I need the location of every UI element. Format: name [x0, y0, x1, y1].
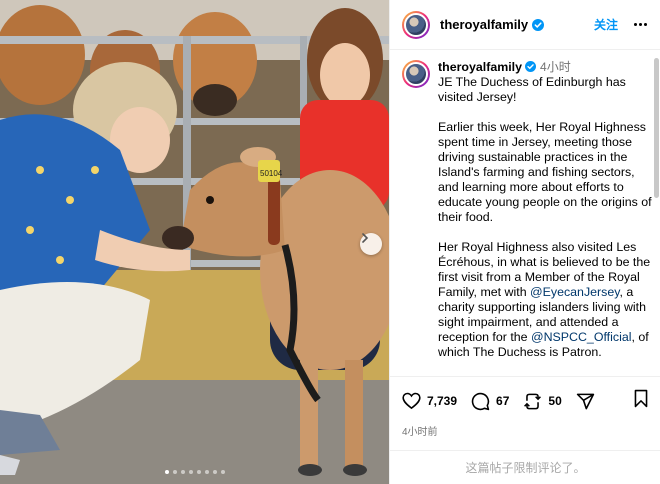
carousel-dot	[204, 470, 209, 474]
repost-count: 50	[548, 394, 562, 408]
like-button[interactable]: 7,739	[402, 392, 457, 410]
carousel-dot	[164, 470, 169, 474]
username-link[interactable]: theroyalfamily	[440, 17, 528, 32]
carousel-next-button[interactable]	[360, 233, 382, 255]
post-photo[interactable]: 50104	[0, 0, 389, 484]
verified-badge-icon	[525, 61, 537, 72]
comment-button[interactable]: 67	[471, 392, 509, 411]
follow-button[interactable]: 关注	[594, 16, 618, 33]
carousel-dot	[180, 470, 185, 474]
caption-scrollbar[interactable]	[654, 58, 659, 198]
carousel-dot	[172, 470, 177, 474]
like-count[interactable]: 7,739	[427, 394, 457, 408]
caption-paragraph-2: Earlier this week, Her Royal Highness sp…	[438, 120, 652, 224]
share-button[interactable]	[576, 392, 595, 411]
avatar[interactable]	[402, 10, 430, 39]
caption-paragraph-3: Her Royal Highness also visited Les Écré…	[438, 240, 652, 360]
save-button[interactable]	[633, 389, 649, 413]
caption-text: theroyalfamily 4小时 JE The Duchess of Edin…	[438, 60, 652, 360]
avatar[interactable]	[402, 60, 430, 88]
carousel-dot	[196, 470, 201, 474]
repost-icon	[524, 393, 542, 409]
post-timestamp[interactable]: 4小时前	[402, 423, 649, 438]
chevron-right-icon	[362, 233, 369, 243]
caption-line1: JE The Duchess of Edinburgh has visited …	[438, 75, 626, 104]
carousel-dot	[220, 470, 225, 474]
comment-count: 67	[496, 394, 510, 408]
photo-illustration: 50104	[0, 0, 389, 484]
heart-icon	[402, 392, 421, 410]
post-side-panel: theroyalfamily 关注 theroyalfamily 4小时 JE T…	[389, 0, 660, 484]
caption-author[interactable]: theroyalfamily	[438, 60, 522, 74]
calf-ear-tag: 50104	[260, 169, 283, 178]
send-icon	[576, 393, 594, 409]
post-header: theroyalfamily 关注	[390, 0, 660, 50]
mention-link[interactable]: @EyecanJersey	[530, 285, 619, 299]
carousel-dot	[188, 470, 193, 474]
bookmark-icon	[634, 389, 648, 408]
mention-link[interactable]: @NSPCC_Official	[531, 330, 632, 344]
repost-button[interactable]: 50	[523, 392, 562, 411]
caption-time: 4小时	[540, 60, 571, 74]
carousel-indicator	[0, 470, 389, 474]
action-bar: 7,739 67 50 4小时前	[390, 376, 660, 438]
caption-area: theroyalfamily 4小时 JE The Duchess of Edin…	[390, 51, 652, 376]
comment-bubble-icon	[471, 392, 490, 410]
comments-restricted-notice: 这篇帖子限制评论了。	[390, 450, 660, 484]
carousel-dot	[212, 470, 217, 474]
more-options-icon[interactable]	[634, 23, 650, 26]
verified-badge-icon	[532, 18, 545, 31]
